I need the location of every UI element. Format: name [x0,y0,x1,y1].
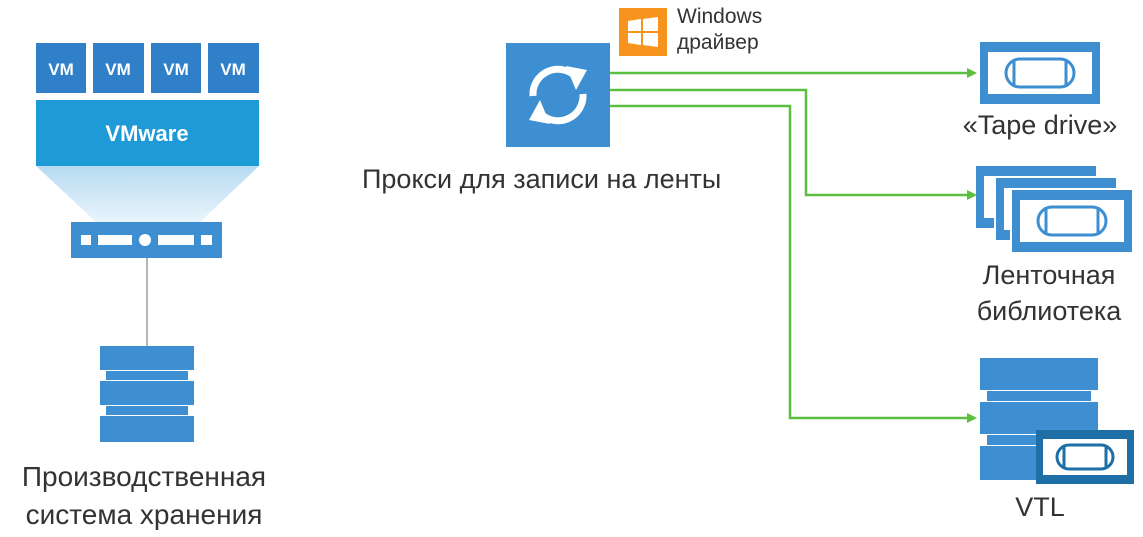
host-server-icon [71,222,222,258]
proxy-label: Прокси для записи на ленты [362,164,722,194]
storage-label-line1: Производственная [21,461,267,492]
tape-library-label-line1: Ленточная [982,260,1116,290]
vm-label: VM [220,60,246,79]
vm-label: VM [48,60,74,79]
tape-drive-label: «Tape drive» [962,110,1118,140]
vm-group: VM VM VM VM [36,43,259,93]
storage-label-line2: система хранения [25,499,263,530]
windows-logo-icon [619,8,667,56]
production-storage-icon [100,346,194,442]
vtl-label: VTL [1015,492,1065,522]
proxy-sync-icon [506,43,610,147]
tape-library-icon [974,164,1134,254]
tape-drive-icon [978,40,1102,106]
vm-label: VM [163,60,189,79]
vm-label: VM [105,60,131,79]
vtl-cassette-icon [1036,430,1134,484]
connector-to-vtl [610,104,977,423]
projection-beam [36,166,259,222]
tape-library-label-line2: библиотека [976,296,1122,326]
vmware-label: VMware [105,121,188,146]
windows-driver-label-line1: Windows [677,5,763,28]
windows-driver-label-line2: драйвер [677,31,759,54]
